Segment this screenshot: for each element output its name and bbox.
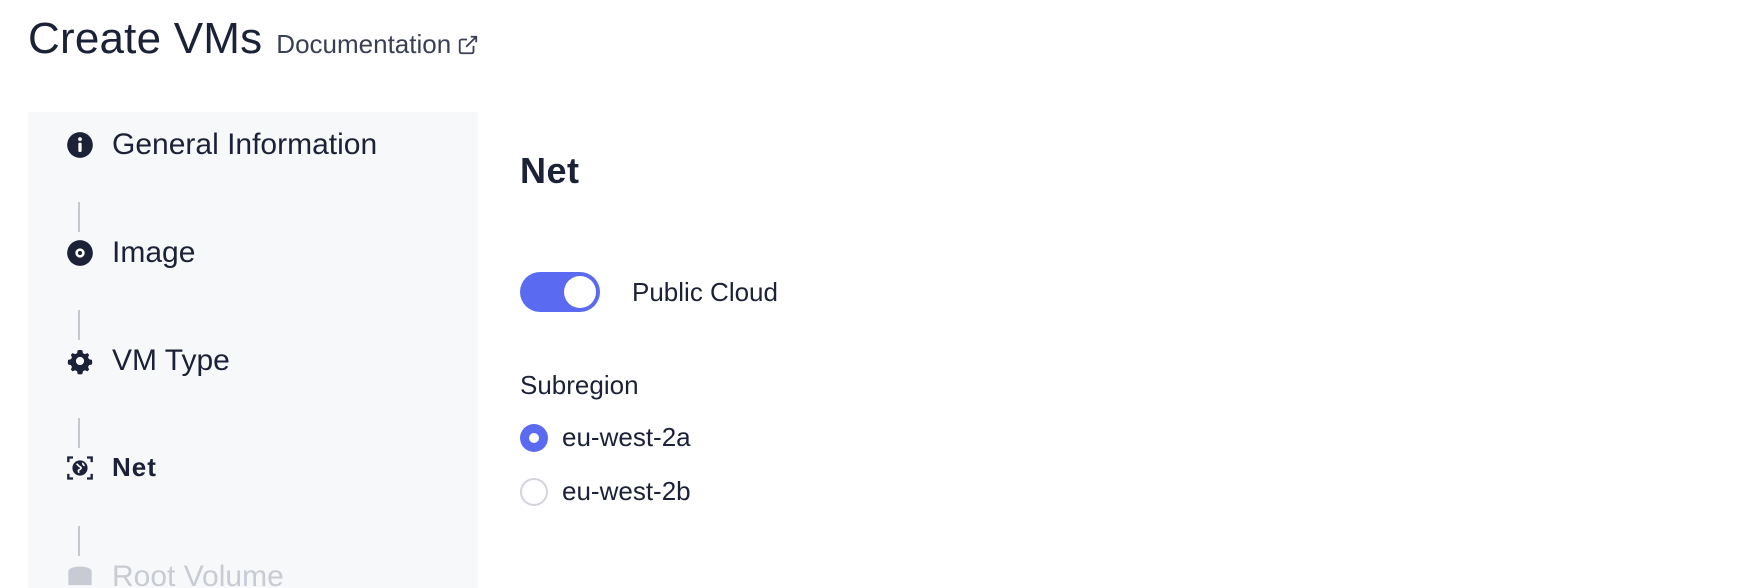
subregion-option-eu-west-2a[interactable]: eu-west-2a — [520, 422, 691, 453]
info-icon — [66, 131, 94, 159]
globe-icon — [66, 454, 94, 482]
step-image[interactable]: Image — [66, 236, 195, 270]
public-cloud-toggle[interactable] — [520, 272, 600, 312]
page-title: Create VMs — [28, 14, 263, 63]
documentation-link[interactable]: Documentation — [276, 29, 479, 60]
subregion-label: Subregion — [520, 370, 639, 400]
public-cloud-row: Public Cloud — [520, 272, 778, 312]
step-label: Image — [112, 236, 196, 269]
radio-label: eu-west-2b — [562, 476, 691, 506]
radio-label: eu-west-2a — [562, 422, 691, 452]
section-title: Net — [520, 150, 580, 191]
step-connector — [78, 202, 80, 232]
radio-button[interactable] — [520, 477, 548, 506]
volume-icon — [66, 563, 94, 588]
step-general-information[interactable]: General Information — [66, 128, 377, 162]
gear-icon — [66, 347, 94, 375]
page-header: Create VMs Documentation — [28, 14, 479, 64]
step-net[interactable]: Net — [66, 452, 157, 483]
documentation-link-label: Documentation — [276, 29, 452, 59]
disc-icon — [66, 239, 94, 267]
step-label: VM Type — [112, 344, 230, 377]
step-connector — [78, 418, 80, 448]
step-connector — [78, 310, 80, 340]
step-root-volume[interactable]: Root Volume — [66, 560, 284, 588]
step-connector — [78, 526, 80, 556]
step-vm-type[interactable]: VM Type — [66, 344, 230, 378]
public-cloud-label: Public Cloud — [632, 276, 778, 307]
subregion-option-eu-west-2b[interactable]: eu-west-2b — [520, 476, 691, 507]
net-panel: Net Public Cloud Subregion eu-west-2a eu… — [520, 150, 778, 506]
radio-button[interactable] — [520, 423, 548, 452]
step-label: General Information — [112, 128, 378, 161]
step-label: Root Volume — [112, 560, 284, 588]
toggle-knob — [564, 276, 596, 308]
step-label: Net — [112, 452, 157, 482]
external-link-icon — [459, 35, 478, 54]
steps-sidebar: General Information Image VM Type Net Ro… — [28, 112, 478, 588]
